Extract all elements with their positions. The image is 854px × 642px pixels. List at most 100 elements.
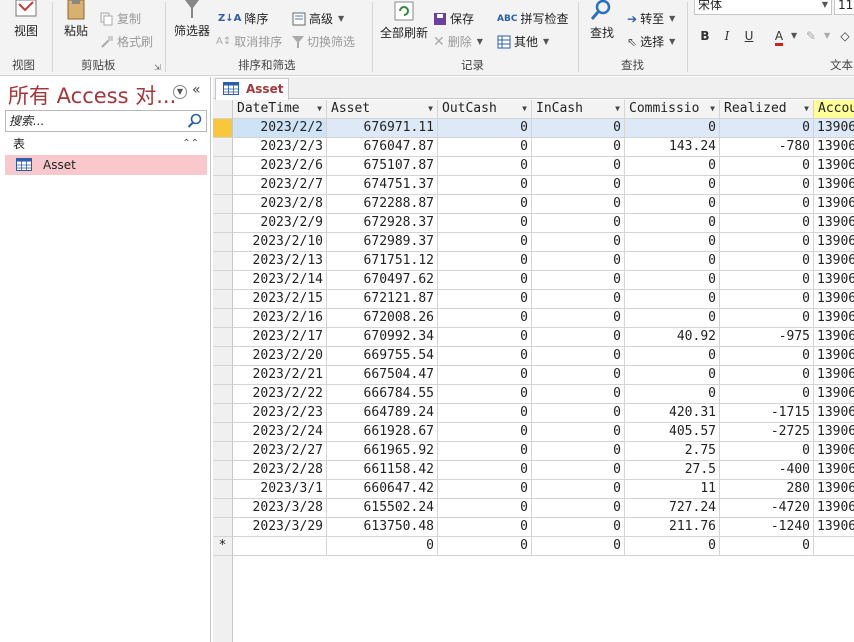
table-cell[interactable]: 0 xyxy=(532,157,625,176)
table-cell[interactable]: 0 xyxy=(720,119,814,138)
table-cell[interactable]: 0 xyxy=(720,252,814,271)
table-cell[interactable]: 0 xyxy=(625,309,720,328)
table-cell[interactable]: 0 xyxy=(532,461,625,480)
table-cell[interactable]: 2023/2/17 xyxy=(233,328,327,347)
table-cell[interactable]: 672121.87 xyxy=(327,290,438,309)
column-dropdown-icon[interactable]: ▼ xyxy=(710,100,715,118)
table-cell[interactable]: 0 xyxy=(625,214,720,233)
italic-button[interactable]: I xyxy=(718,27,736,45)
table-cell[interactable]: 0 xyxy=(625,271,720,290)
font-size-select[interactable]: 11 xyxy=(834,0,854,15)
row-selector[interactable] xyxy=(213,195,233,214)
column-header[interactable]: Commissio ▼ xyxy=(625,100,720,119)
table-cell[interactable]: 2023/2/7 xyxy=(233,176,327,195)
table-cell[interactable]: 13906 xyxy=(814,119,854,138)
table-cell[interactable]: 0 xyxy=(720,176,814,195)
table-cell[interactable]: 0 xyxy=(720,385,814,404)
row-selector[interactable] xyxy=(213,385,233,404)
table-cell[interactable]: 280 xyxy=(720,480,814,499)
more-button[interactable]: 其他 ▼ xyxy=(497,33,549,51)
table-cell[interactable]: 13906 xyxy=(814,176,854,195)
nav-search-input[interactable] xyxy=(6,111,186,131)
tab-asset[interactable]: Asset xyxy=(215,78,289,100)
row-selector[interactable] xyxy=(213,233,233,252)
table-cell[interactable]: 0 xyxy=(532,499,625,518)
table-cell[interactable]: 0 xyxy=(438,328,532,347)
table-cell[interactable]: 666784.55 xyxy=(327,385,438,404)
table-cell[interactable]: 2023/2/14 xyxy=(233,271,327,290)
table-cell[interactable]: 0 xyxy=(438,214,532,233)
row-selector[interactable] xyxy=(213,157,233,176)
table-cell[interactable]: 0 xyxy=(438,233,532,252)
table-cell[interactable]: 13906 xyxy=(814,461,854,480)
table-cell[interactable]: 0 xyxy=(532,347,625,366)
row-selector[interactable] xyxy=(213,404,233,423)
table-cell[interactable]: 2023/2/3 xyxy=(233,138,327,157)
table-cell[interactable]: 0 xyxy=(532,309,625,328)
table-cell[interactable]: 405.57 xyxy=(625,423,720,442)
table-cell[interactable]: 0 xyxy=(438,423,532,442)
table-row[interactable]: 2023/2/14 670497.62 0 0 0 0 13906 xyxy=(213,271,854,290)
table-cell[interactable]: 13906 xyxy=(814,499,854,518)
table-cell[interactable]: 0 xyxy=(438,252,532,271)
column-header[interactable]: OutCash ▼ xyxy=(438,100,532,119)
table-cell[interactable]: 27.5 xyxy=(625,461,720,480)
table-row[interactable]: 2023/2/3 676047.87 0 0 143.24 -780 13906 xyxy=(213,138,854,157)
table-cell[interactable]: 672989.37 xyxy=(327,233,438,252)
table-cell[interactable]: 676047.87 xyxy=(327,138,438,157)
column-dropdown-icon[interactable]: ▼ xyxy=(522,100,527,118)
table-cell[interactable]: 13906 xyxy=(814,290,854,309)
table-cell[interactable]: 13906 xyxy=(814,157,854,176)
table-cell[interactable]: -1240 xyxy=(720,518,814,537)
table-cell[interactable]: 0 xyxy=(532,214,625,233)
table-cell[interactable]: 672928.37 xyxy=(327,214,438,233)
table-cell[interactable]: 2023/2/20 xyxy=(233,347,327,366)
table-cell[interactable]: 0 xyxy=(720,271,814,290)
table-cell[interactable]: 0 xyxy=(438,480,532,499)
table-cell[interactable]: 0 xyxy=(625,537,720,556)
table-cell[interactable]: 13906 xyxy=(814,252,854,271)
table-cell[interactable]: 0 xyxy=(720,195,814,214)
table-cell[interactable]: -400 xyxy=(720,461,814,480)
table-row[interactable]: 2023/3/28 615502.24 0 0 727.24 -4720 13906 xyxy=(213,499,854,518)
table-row[interactable]: 2023/2/20 669755.54 0 0 0 0 13906 xyxy=(213,347,854,366)
table-cell[interactable]: 13906 xyxy=(814,404,854,423)
table-cell[interactable]: 0 xyxy=(720,157,814,176)
table-cell[interactable]: -2725 xyxy=(720,423,814,442)
spelling-button[interactable]: ABC 拼写检查 xyxy=(497,10,568,28)
row-selector[interactable] xyxy=(213,271,233,290)
table-row[interactable]: 2023/2/28 661158.42 0 0 27.5 -400 13906 xyxy=(213,461,854,480)
table-row[interactable]: 2023/2/13 671751.12 0 0 0 0 13906 xyxy=(213,252,854,271)
advanced-filter-button[interactable]: 高级 ▼ xyxy=(292,10,344,28)
row-selector[interactable] xyxy=(213,347,233,366)
search-icon[interactable] xyxy=(187,113,203,129)
table-cell[interactable]: -780 xyxy=(720,138,814,157)
table-cell[interactable]: 0 xyxy=(532,366,625,385)
table-row[interactable]: 2023/2/2 676971.11 0 0 0 0 13906 xyxy=(213,119,854,138)
table-row[interactable]: 2023/2/7 674751.37 0 0 0 0 13906 xyxy=(213,176,854,195)
table-cell[interactable] xyxy=(233,537,327,556)
table-cell[interactable]: 0 xyxy=(720,214,814,233)
table-row[interactable]: 2023/3/1 660647.42 0 0 11 280 13906 xyxy=(213,480,854,499)
table-cell[interactable]: 2023/2/9 xyxy=(233,214,327,233)
table-cell[interactable]: 727.24 xyxy=(625,499,720,518)
table-cell[interactable]: 0 xyxy=(625,290,720,309)
table-cell[interactable]: 675107.87 xyxy=(327,157,438,176)
collapse-pane-icon[interactable]: « xyxy=(192,82,201,98)
table-cell[interactable]: -975 xyxy=(720,328,814,347)
table-cell[interactable]: 0 xyxy=(532,404,625,423)
table-row[interactable]: 2023/2/27 661965.92 0 0 2.75 0 13906 xyxy=(213,442,854,461)
refresh-all-button[interactable]: 全部刷新 xyxy=(375,0,433,41)
column-header[interactable]: InCash ▼ xyxy=(532,100,625,119)
find-button[interactable]: 查找 xyxy=(583,0,621,41)
table-cell[interactable]: 13906 xyxy=(814,442,854,461)
table-row[interactable]: 2023/2/8 672288.87 0 0 0 0 13906 xyxy=(213,195,854,214)
table-cell[interactable]: 615502.24 xyxy=(327,499,438,518)
table-row[interactable]: 2023/2/6 675107.87 0 0 0 0 13906 xyxy=(213,157,854,176)
remove-sort-button[interactable]: A↕ 取消排序 xyxy=(216,33,282,51)
table-cell[interactable]: 13906 xyxy=(814,347,854,366)
row-selector[interactable] xyxy=(213,290,233,309)
table-cell[interactable]: 0 xyxy=(438,309,532,328)
table-cell[interactable]: 0 xyxy=(720,347,814,366)
table-cell[interactable]: 0 xyxy=(720,233,814,252)
